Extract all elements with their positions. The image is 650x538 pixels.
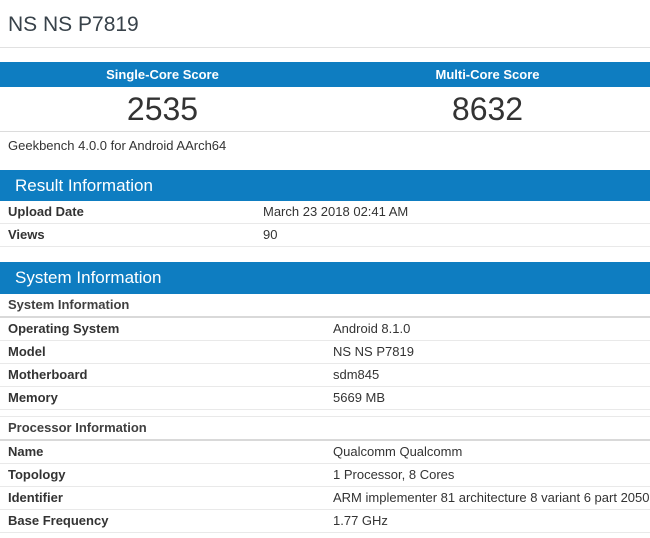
table-row: Operating System Android 8.1.0 — [0, 317, 650, 341]
multi-core-score-value: 8632 — [325, 87, 650, 131]
row-label: Model — [0, 341, 325, 364]
row-value: 5669 MB — [325, 387, 650, 410]
row-value: 1 Processor, 8 Cores — [325, 464, 650, 487]
system-information-table: System Information Operating System Andr… — [0, 294, 650, 410]
score-header-bar: Single-Core Score Multi-Core Score — [0, 62, 650, 87]
title-divider — [0, 47, 650, 48]
table-subheader-row: Processor Information — [0, 417, 650, 441]
score-values-row: 2535 8632 — [0, 87, 650, 132]
row-label: Name — [0, 440, 325, 464]
row-value: sdm845 — [325, 364, 650, 387]
row-value: NS NS P7819 — [325, 341, 650, 364]
table-subheader-row: System Information — [0, 294, 650, 317]
single-core-score-value: 2535 — [0, 87, 325, 131]
subheader-label: Processor Information — [0, 417, 650, 441]
row-label: Memory — [0, 387, 325, 410]
subheader-label: System Information — [0, 294, 650, 317]
table-row: Identifier ARM implementer 81 architectu… — [0, 487, 650, 510]
table-row: Memory 5669 MB — [0, 387, 650, 410]
table-row: Model NS NS P7819 — [0, 341, 650, 364]
score-banner: Single-Core Score Multi-Core Score 2535 … — [0, 62, 650, 162]
system-information-section-header: System Information — [0, 262, 650, 294]
row-label: Upload Date — [0, 201, 255, 224]
row-label: Identifier — [0, 487, 325, 510]
geekbench-result-page: NS NS P7819 Single-Core Score Multi-Core… — [0, 0, 650, 533]
row-value: ARM implementer 81 architecture 8 varian… — [325, 487, 650, 510]
row-label: Operating System — [0, 317, 325, 341]
row-label: Motherboard — [0, 364, 325, 387]
result-information-section-header: Result Information — [0, 170, 650, 201]
row-value: March 23 2018 02:41 AM — [255, 201, 650, 224]
table-row: Topology 1 Processor, 8 Cores — [0, 464, 650, 487]
row-label: Topology — [0, 464, 325, 487]
table-row: Upload Date March 23 2018 02:41 AM — [0, 201, 650, 224]
table-row: Name Qualcomm Qualcomm — [0, 440, 650, 464]
row-value: 90 — [255, 224, 650, 247]
benchmark-version-caption: Geekbench 4.0.0 for Android AArch64 — [0, 132, 650, 162]
single-core-score-label: Single-Core Score — [0, 62, 325, 87]
row-label: Views — [0, 224, 255, 247]
table-row: Motherboard sdm845 — [0, 364, 650, 387]
table-row: Base Frequency 1.77 GHz — [0, 510, 650, 533]
table-row: Views 90 — [0, 224, 650, 247]
row-value: Android 8.1.0 — [325, 317, 650, 341]
row-label: Base Frequency — [0, 510, 325, 533]
processor-information-table: Processor Information Name Qualcomm Qual… — [0, 416, 650, 533]
page-title: NS NS P7819 — [0, 0, 650, 47]
result-information-table: Upload Date March 23 2018 02:41 AM Views… — [0, 201, 650, 247]
row-value: Qualcomm Qualcomm — [325, 440, 650, 464]
row-value: 1.77 GHz — [325, 510, 650, 533]
multi-core-score-label: Multi-Core Score — [325, 62, 650, 87]
